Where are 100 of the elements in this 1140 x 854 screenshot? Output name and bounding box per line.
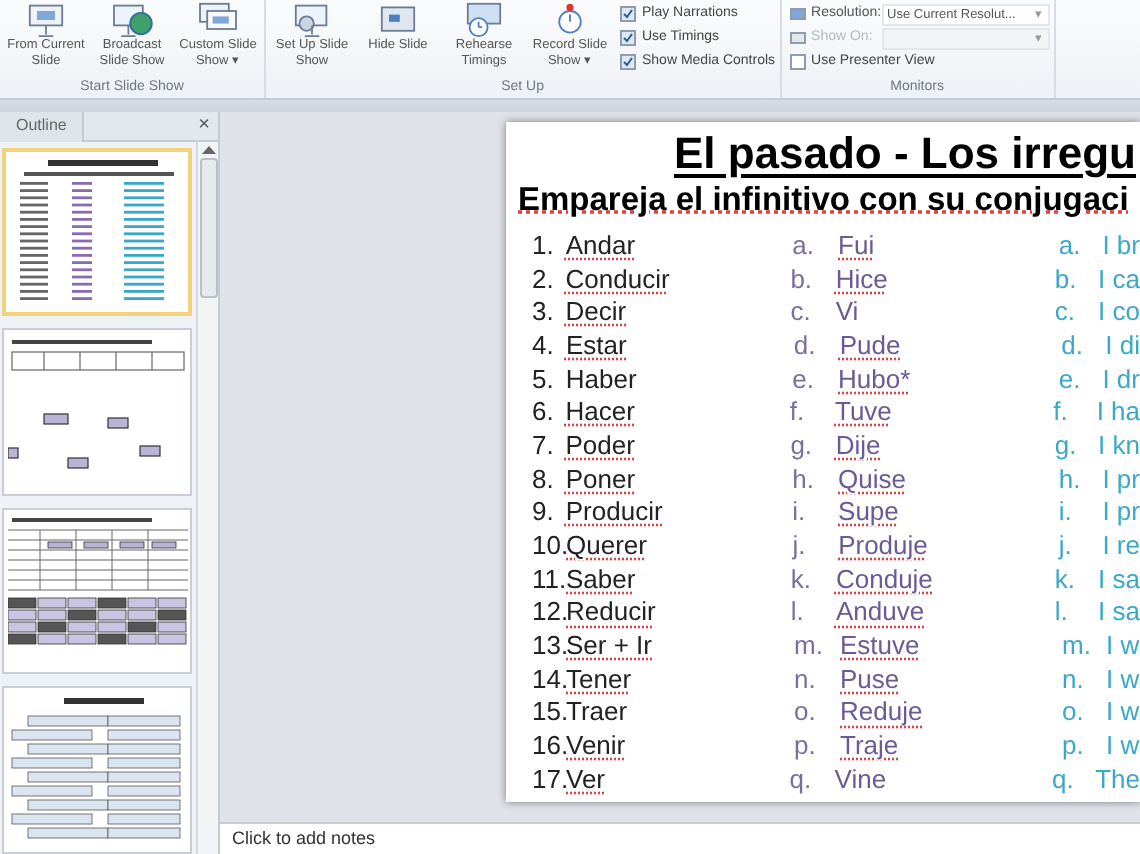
item-letter: i. — [792, 496, 808, 527]
item-letter: g. — [790, 429, 815, 460]
word: Traje — [840, 730, 901, 761]
word: Tuve — [834, 396, 894, 427]
word: Hubo* — [838, 363, 913, 394]
word: I w — [1106, 696, 1140, 727]
item-letter: q. — [789, 763, 814, 794]
item-letter: j. — [792, 530, 808, 561]
checkbox[interactable] — [789, 54, 806, 70]
item-letter: o. — [794, 696, 818, 727]
word: Produje — [838, 530, 930, 561]
word: Querer — [566, 530, 649, 561]
word: I ca — [1098, 263, 1140, 294]
item-number: 2. — [530, 263, 556, 294]
outline-tab[interactable]: Outline — [0, 111, 85, 141]
word: Fui — [838, 229, 877, 260]
item-letter: m. — [1062, 630, 1093, 661]
checkbox[interactable] — [620, 6, 636, 22]
item-number: 17. — [530, 763, 566, 794]
item-number: 15. — [530, 696, 566, 727]
item-number: 3. — [530, 296, 556, 327]
item-number: 13. — [530, 630, 566, 661]
word: Puse — [840, 663, 902, 694]
scroll-thumb[interactable] — [199, 158, 217, 298]
checkbox[interactable] — [620, 30, 636, 46]
word: Vine — [834, 763, 889, 794]
item-letter: i. — [1058, 496, 1074, 527]
item-number: 5. — [530, 363, 556, 394]
item-letter: e. — [792, 363, 817, 394]
word: Estuve — [840, 630, 922, 661]
item-number: 12. — [530, 596, 566, 627]
item-letter: h. — [1058, 463, 1083, 494]
slide-title: El pasado - Los irregu — [673, 128, 1136, 178]
word: Ser + Ir — [566, 630, 654, 661]
word: Decir — [565, 296, 629, 327]
word: Traer — [566, 696, 630, 727]
item-letter: p. — [1062, 730, 1086, 761]
item-letter: e. — [1058, 363, 1083, 394]
word: Conduje — [835, 563, 935, 594]
item-number: 6. — [530, 396, 556, 427]
item-letter: d. — [793, 329, 818, 360]
word: Estar — [565, 329, 629, 360]
word: I kn — [1098, 429, 1140, 460]
word: Pude — [839, 329, 903, 360]
word: I dr — [1102, 363, 1140, 394]
word: I w — [1106, 730, 1140, 761]
word: I sa — [1098, 563, 1140, 594]
word: Andar — [565, 229, 638, 260]
item-letter: b. — [1054, 263, 1079, 294]
item-letter: p. — [794, 730, 818, 761]
word: Poner — [565, 463, 638, 494]
word: Anduve — [835, 596, 927, 627]
slide-hidden-icon — [376, 2, 420, 38]
item-letter: h. — [792, 463, 817, 494]
item-letter: a. — [792, 229, 817, 260]
word: I co — [1098, 296, 1140, 327]
word: I sa — [1098, 596, 1140, 627]
item-number: 1. — [530, 229, 556, 260]
word: I pr — [1102, 463, 1140, 494]
item-letter: d. — [1061, 329, 1086, 360]
item-letter: l. — [1054, 596, 1070, 627]
item-number: 8. — [530, 463, 556, 494]
word: Hacer — [565, 396, 637, 427]
item-letter: k. — [790, 563, 813, 594]
item-number: 7. — [530, 429, 556, 460]
word: Poder — [565, 429, 637, 460]
item-number: 9. — [530, 496, 556, 527]
word: Dije — [835, 429, 883, 460]
item-letter: b. — [790, 263, 815, 294]
close-button[interactable]: × — [190, 116, 218, 136]
screen-globe-icon — [110, 2, 154, 38]
screen-clock-icon — [462, 2, 506, 38]
item-letter: o. — [1062, 696, 1086, 727]
item-letter: j. — [1058, 530, 1074, 561]
slide-subtitle: Empareja el infinitivo con su conjugaci — [518, 182, 1129, 218]
item-number: 4. — [530, 329, 556, 360]
word: I re — [1102, 530, 1140, 561]
projection-screen-icon — [24, 2, 68, 38]
scrollbar[interactable] — [196, 142, 218, 854]
word: Quise — [838, 463, 908, 494]
item-letter: a. — [1058, 229, 1083, 260]
item-letter: n. — [1062, 663, 1086, 694]
checkbox[interactable] — [620, 54, 636, 70]
item-number: 16. — [530, 730, 566, 761]
notes-field[interactable]: Click to add notes — [232, 825, 376, 853]
item-number: 10. — [530, 530, 566, 561]
item-number: 14. — [530, 663, 566, 694]
word: Tener — [566, 663, 634, 694]
item-letter: k. — [1054, 563, 1077, 594]
word: The — [1095, 763, 1140, 794]
word: I w — [1106, 663, 1140, 694]
word: Saber — [566, 563, 638, 594]
word: Hice — [835, 263, 890, 294]
word: Supe — [838, 496, 901, 527]
word: Reducir — [566, 596, 658, 627]
word: I di — [1105, 329, 1140, 360]
item-letter: q. — [1052, 763, 1076, 794]
word: Vi — [835, 296, 861, 327]
word: Reduje — [840, 696, 925, 727]
word: I w — [1106, 630, 1140, 661]
